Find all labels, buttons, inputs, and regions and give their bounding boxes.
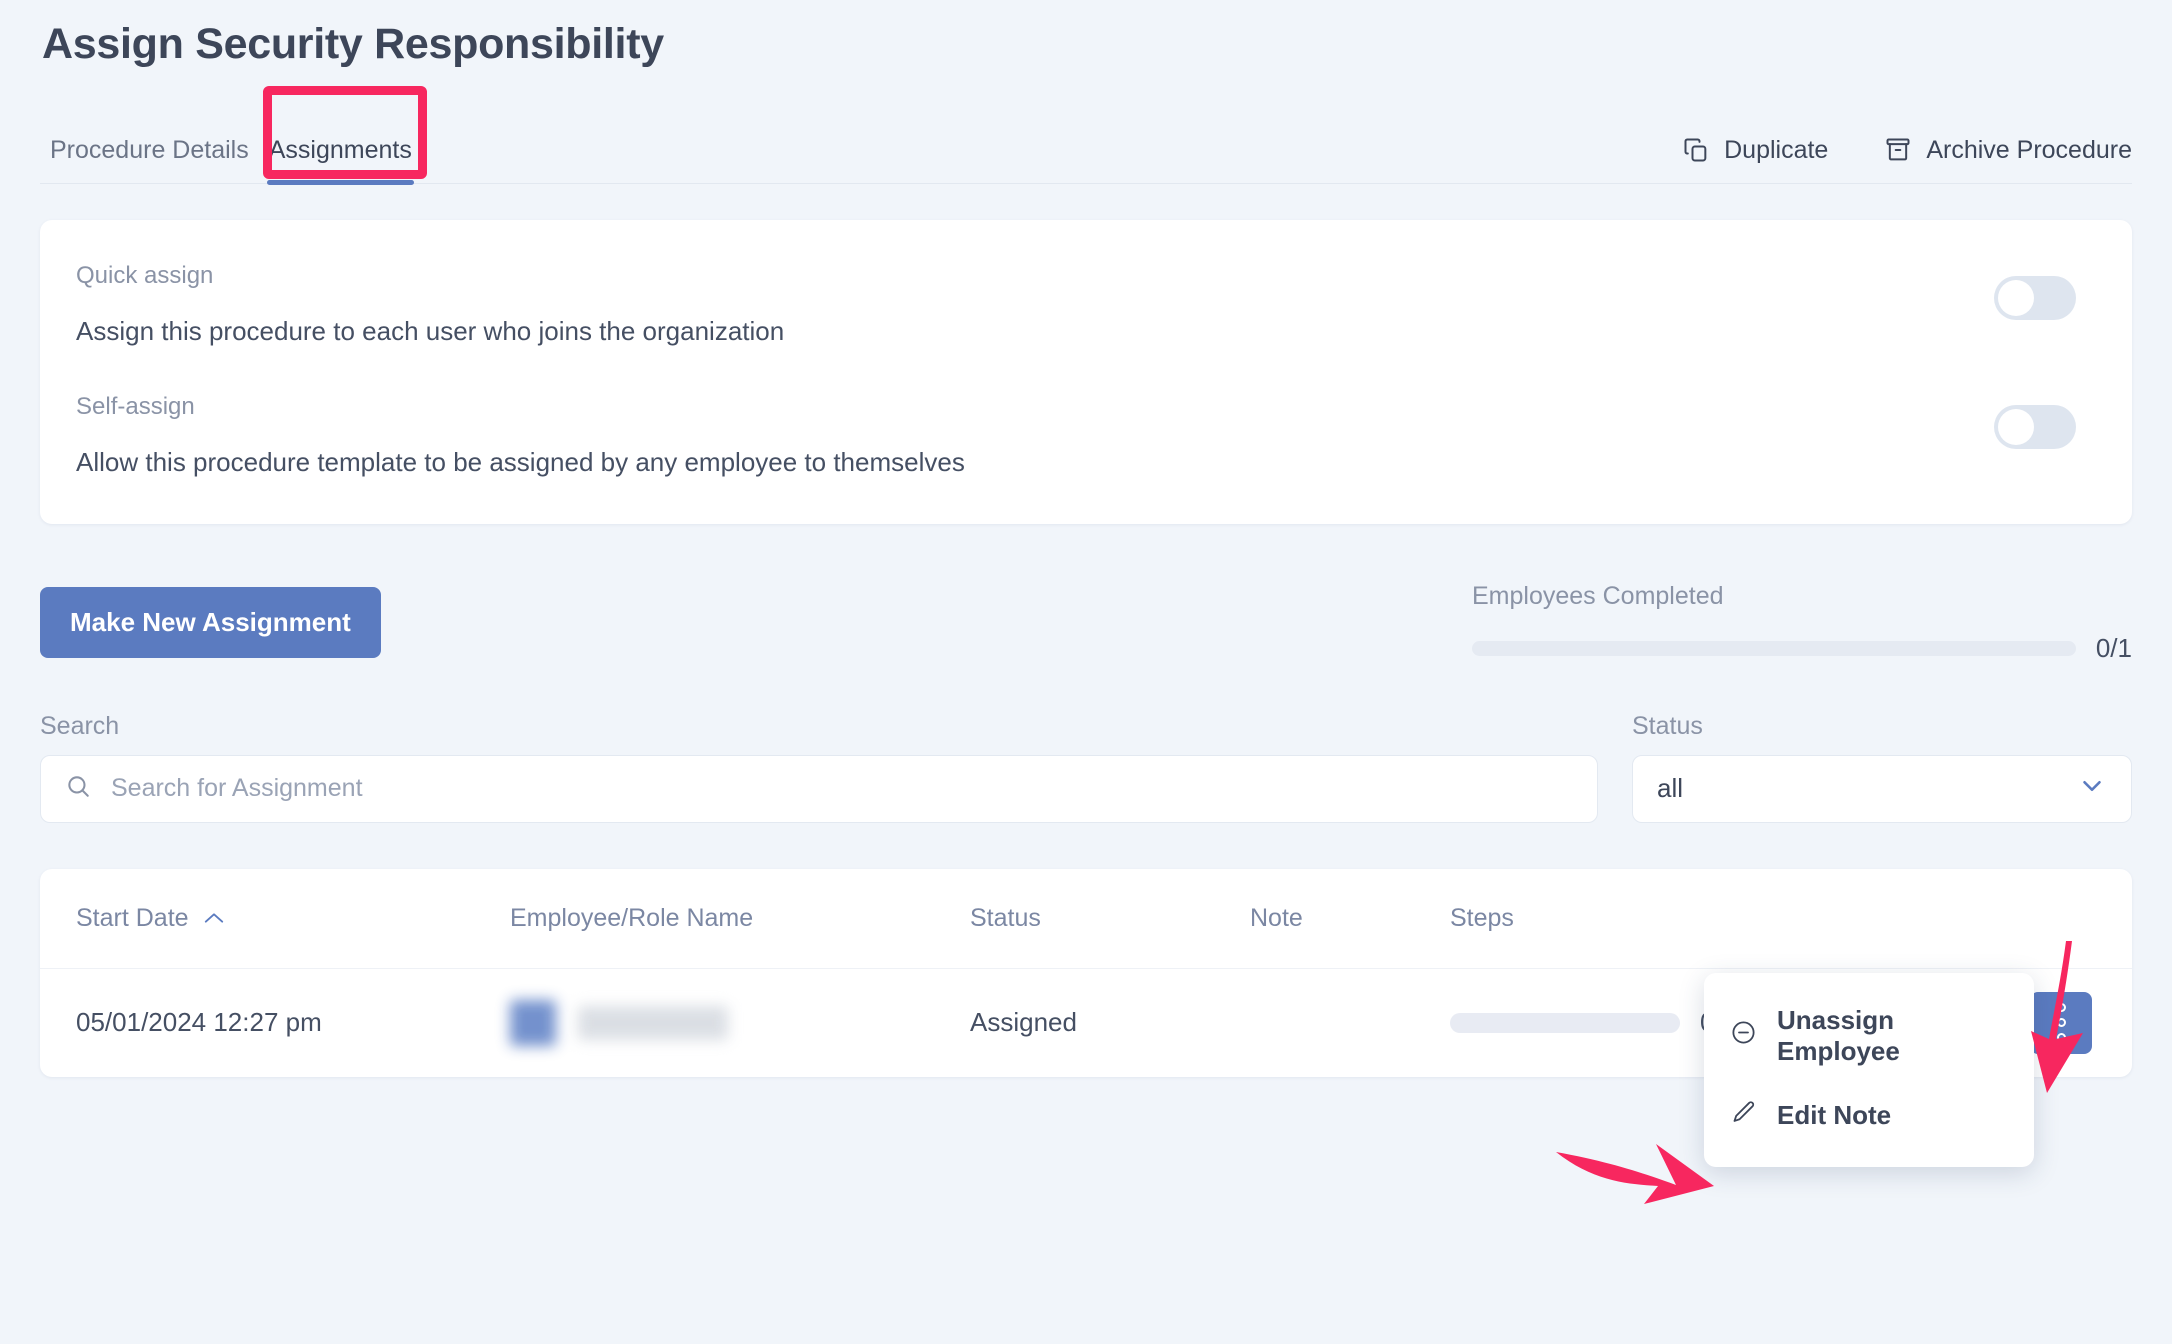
menu-item-unassign-employee-label: Unassign Employee: [1777, 1004, 1900, 1066]
self-assign-description: Allow this procedure template to be assi…: [76, 446, 965, 477]
duplicate-icon: [1682, 136, 1710, 164]
tab-bar: Procedure Details Assignments Duplicate: [40, 114, 2132, 185]
kebab-dot: [2056, 1033, 2066, 1043]
status-select-value: all: [1657, 773, 1684, 804]
make-new-assignment-button[interactable]: Make New Assignment: [40, 587, 381, 659]
quick-assign-toggle[interactable]: [1994, 275, 2076, 320]
archive-icon: [1884, 136, 1912, 164]
search-icon: [65, 773, 91, 804]
search-field-group: Search: [40, 712, 1598, 823]
cell-start-date: 05/01/2024 12:27 pm: [76, 1007, 322, 1038]
self-assign-toggle-knob: [1998, 408, 2034, 445]
pencil-icon: [1730, 1099, 1757, 1133]
employees-completed-value: 0/1: [2095, 632, 2132, 663]
quick-assign-setting: Quick assign Assign this procedure to ea…: [76, 262, 2076, 347]
menu-item-edit-note[interactable]: Edit Note: [1704, 1083, 2034, 1149]
header-actions: Duplicate Archive Procedure: [1682, 136, 2132, 183]
tab-procedure-details[interactable]: Procedure Details: [40, 137, 259, 183]
redacted-employee-name: [510, 988, 970, 1058]
avatar: [510, 999, 556, 1046]
cell-status: Assigned: [970, 1007, 1077, 1038]
column-header-status[interactable]: Status: [970, 904, 1250, 933]
status-label: Status: [1632, 711, 1703, 740]
search-input-wrap[interactable]: [40, 754, 1598, 823]
kebab-dot: [2056, 1003, 2066, 1013]
page-root: Assign Security Responsibility Procedure…: [0, 0, 2172, 1167]
assignment-settings-card: Quick assign Assign this procedure to ea…: [40, 219, 2132, 524]
duplicate-button[interactable]: Duplicate: [1682, 136, 1828, 165]
archive-procedure-label: Archive Procedure: [1926, 135, 2132, 164]
page-title: Assign Security Responsibility: [42, 20, 664, 68]
minus-circle-icon: [1730, 1019, 1757, 1053]
column-header-note[interactable]: Note: [1250, 904, 1450, 933]
status-select[interactable]: all: [1632, 754, 2132, 823]
row-actions-dropdown: Unassign Employee Edit Note: [1704, 972, 2034, 1167]
duplicate-label: Duplicate: [1724, 135, 1829, 164]
self-assign-toggle[interactable]: [1994, 404, 2076, 449]
column-header-start-date-label: Start Date: [76, 903, 189, 932]
employees-completed-progress-track: [1472, 640, 2076, 656]
assignments-table: Start Date Employee/Role Name Status Not…: [40, 868, 2132, 1167]
tab-assignments[interactable]: Assignments: [259, 137, 422, 185]
employee-name-text: [578, 1005, 728, 1040]
column-header-start-date[interactable]: Start Date: [40, 904, 510, 933]
menu-item-unassign-employee[interactable]: Unassign Employee: [1704, 989, 2034, 1083]
column-header-employee-role-name[interactable]: Employee/Role Name: [510, 904, 970, 933]
column-header-steps[interactable]: Steps: [1450, 904, 1982, 933]
kebab-dot: [2056, 1018, 2066, 1028]
assignments-action-row: Make New Assignment Employees Completed …: [40, 582, 2132, 664]
employees-completed-bar-row: 0/1: [1472, 633, 2132, 664]
steps-progress-track: [1450, 1012, 1680, 1033]
chevron-down-icon: [2077, 771, 2107, 806]
employees-completed-label: Employees Completed: [1472, 581, 1724, 610]
quick-assign-toggle-knob: [1998, 279, 2034, 316]
cell-employee-role-name: [510, 988, 970, 1058]
search-input[interactable]: [109, 773, 1573, 805]
quick-assign-description: Assign this procedure to each user who j…: [76, 315, 785, 346]
annotation-arrow-right: [1556, 1144, 1714, 1204]
employees-completed-widget: Employees Completed 0/1: [1472, 582, 2132, 664]
self-assign-label: Self-assign: [76, 392, 195, 420]
sort-ascending-icon: [203, 907, 225, 929]
settings-toggles: [1994, 275, 2076, 449]
search-label: Search: [40, 711, 120, 740]
table-header-row: Start Date Employee/Role Name Status Not…: [40, 869, 2132, 969]
row-actions-menu-button[interactable]: [2030, 991, 2092, 1054]
quick-assign-label: Quick assign: [76, 261, 214, 289]
filters-row: Search Status all: [40, 712, 2132, 823]
self-assign-setting: Self-assign Allow this procedure templat…: [76, 393, 2076, 478]
status-field-group: Status all: [1632, 712, 2132, 823]
archive-procedure-button[interactable]: Archive Procedure: [1884, 136, 2132, 165]
menu-item-edit-note-label: Edit Note: [1777, 1100, 1892, 1131]
